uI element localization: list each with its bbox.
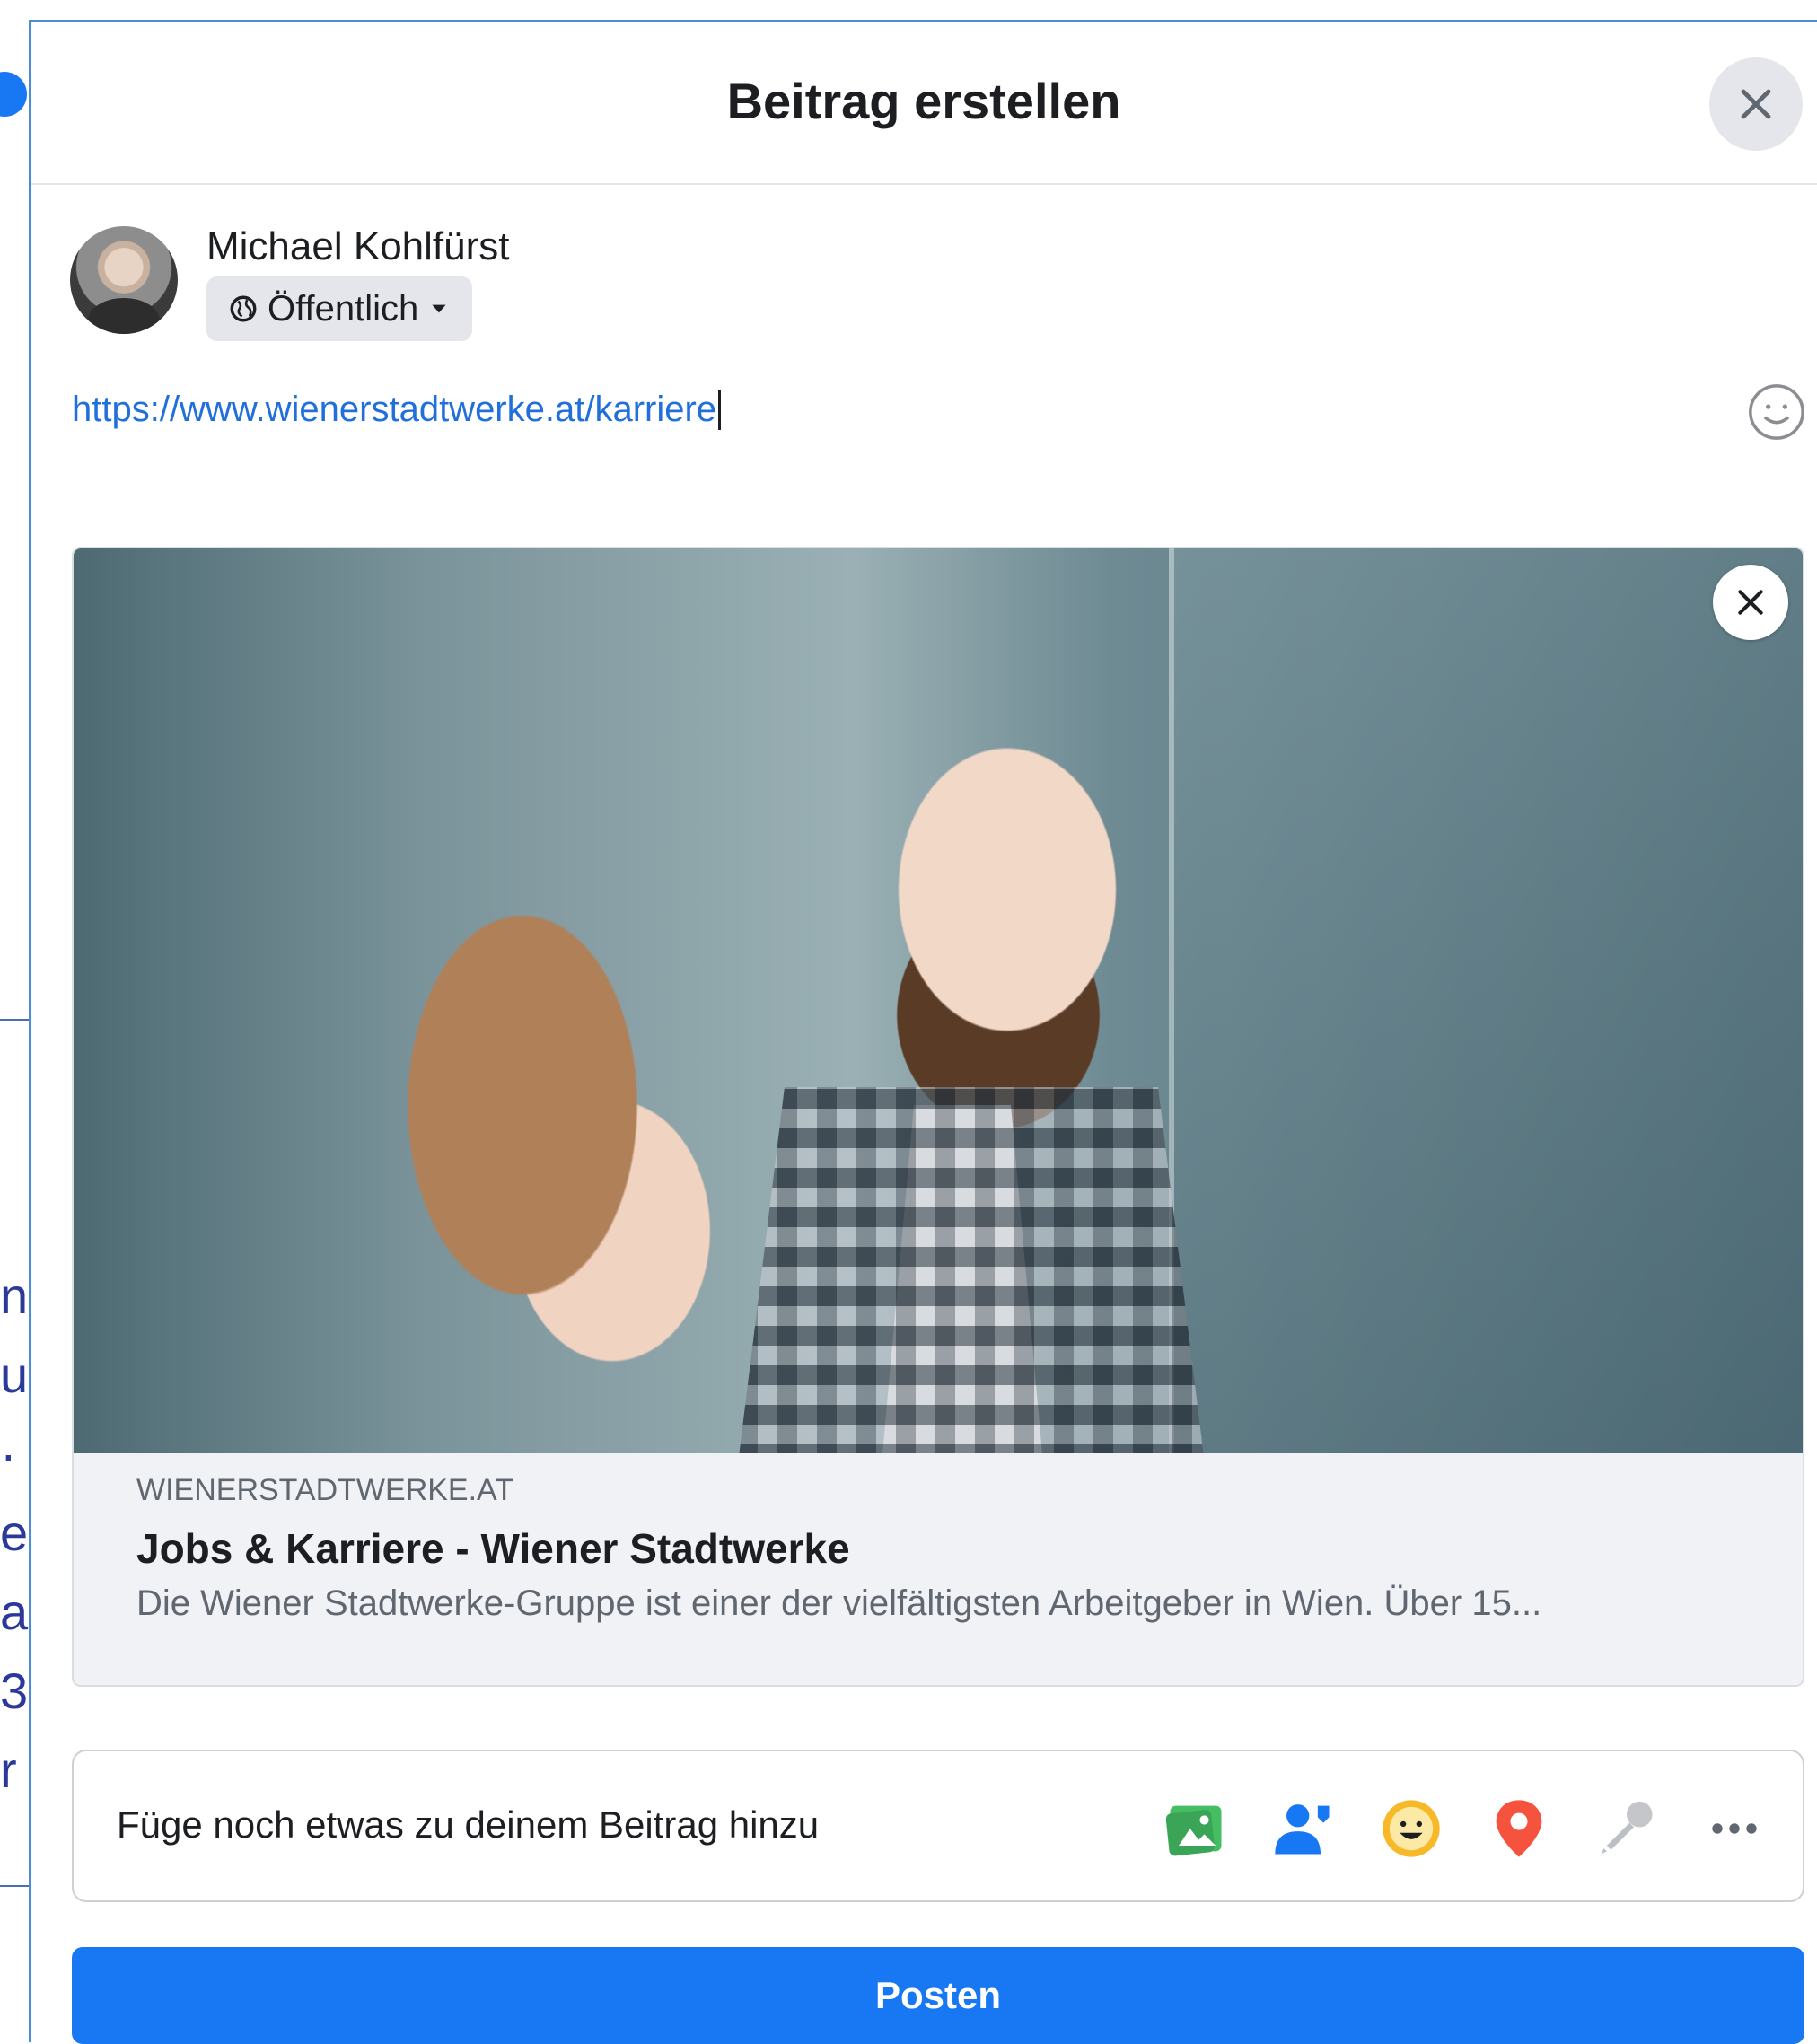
add-to-post-bar: Füge noch etwas zu deinem Beitrag hinzu <box>72 1750 1804 1902</box>
post-text-input[interactable]: https://www.wienerstadtwerke.at/karriere <box>72 390 722 430</box>
create-post-dialog: Beitrag erstellen Michael Kohlfürst Öffe… <box>29 20 1817 2044</box>
close-icon <box>1741 89 1771 119</box>
privacy-label: Öffentlich <box>268 288 419 329</box>
close-dialog-button[interactable] <box>1709 57 1803 151</box>
caret-down-icon <box>432 304 446 313</box>
add-to-post-label: Füge noch etwas zu deinem Beitrag hinzu <box>117 1803 820 1846</box>
tag-people-icon[interactable] <box>1269 1794 1338 1863</box>
whiteboard-area <box>1169 548 1803 1453</box>
emoji-picker-button[interactable] <box>1745 381 1808 443</box>
avatar <box>70 226 178 334</box>
link-preview-meta: WIENERSTADTWERKE.AT Jobs & Karriere - Wi… <box>74 1453 1803 1685</box>
close-icon <box>1738 590 1763 615</box>
link-preview-image <box>74 548 1803 1464</box>
dialog-title: Beitrag erstellen <box>726 73 1121 129</box>
link-preview-title: Jobs & Karriere - Wiener Stadtwerke <box>136 1525 850 1572</box>
link-preview-description: Die Wiener Stadtwerke-Gruppe ist einer d… <box>136 1583 1542 1623</box>
image-vest <box>738 1087 1205 1464</box>
more-icon[interactable] <box>1700 1794 1769 1863</box>
link-preview-card[interactable]: WIENERSTADTWERKE.AT Jobs & Karriere - Wi… <box>72 547 1804 1687</box>
privacy-selector-button[interactable]: Öffentlich <box>206 276 473 341</box>
post-button[interactable]: Posten <box>72 1947 1804 2044</box>
globe-icon <box>230 295 257 322</box>
live-video-icon[interactable] <box>1593 1794 1661 1863</box>
check-in-icon[interactable] <box>1485 1794 1553 1863</box>
dialog-header: Beitrag erstellen <box>31 22 1817 185</box>
user-name: Michael Kohlfürst <box>206 224 510 268</box>
smiley-icon <box>1749 384 1804 440</box>
remove-preview-button[interactable] <box>1713 565 1788 640</box>
background-logo <box>0 72 27 117</box>
link-preview-domain: WIENERSTADTWERKE.AT <box>136 1473 514 1507</box>
background-divider <box>0 1019 32 1021</box>
photo-video-icon[interactable] <box>1162 1794 1230 1863</box>
background-divider <box>0 1885 32 1887</box>
feeling-activity-icon[interactable] <box>1377 1794 1445 1863</box>
